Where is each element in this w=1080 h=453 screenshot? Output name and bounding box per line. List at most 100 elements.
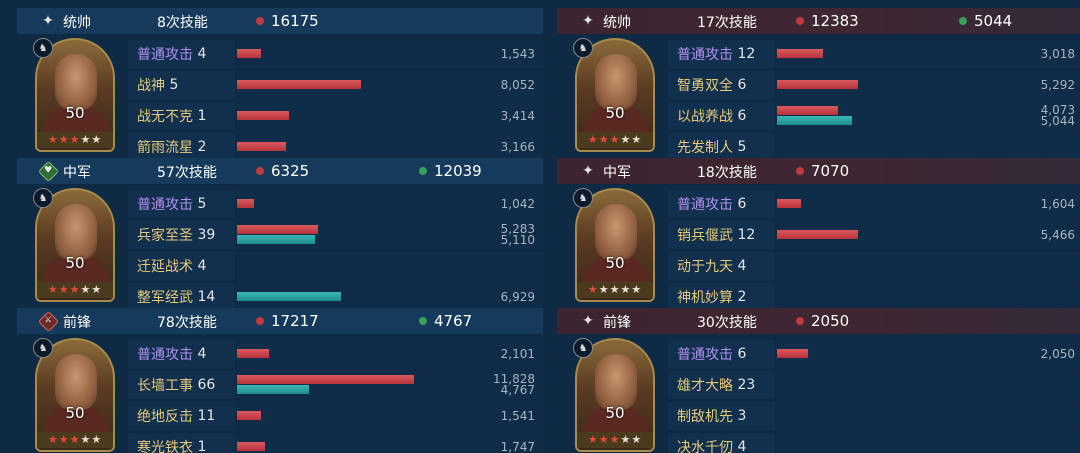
troop-type-icon: ♞	[573, 338, 593, 358]
skill-bar-cell	[777, 252, 1080, 280]
skill-count: 78次技能	[157, 315, 217, 331]
skill-row[interactable]: 决水千仞 4	[668, 433, 1080, 453]
heal-value: 5,044	[1040, 114, 1075, 128]
skill-row[interactable]: 寒光铁衣 1 1,747	[128, 433, 543, 453]
damage-value: 3,166	[500, 140, 535, 154]
skill-name: 普通攻击	[137, 47, 193, 63]
skill-row[interactable]: 先发制人 5	[668, 133, 1080, 161]
left-center-panel: ♥ 中军 57次技能 6325 12039 ♞ 50 ★★★★★ 普通攻击 5 1,042 兵家至圣…	[17, 158, 543, 311]
skill-bar-cell: 2,050	[777, 340, 1080, 368]
skill-row[interactable]: 长墙工事 66 11,828 4,767	[128, 371, 543, 399]
skill-row[interactable]: 动于九天 4	[668, 252, 1080, 280]
skill-name-cell: 先发制人 5	[668, 133, 775, 161]
skill-bar-cell: 1,042	[237, 190, 543, 218]
skill-name: 动于九天	[677, 259, 733, 275]
star-icon: ★	[69, 283, 81, 296]
commander-star-icon: ✦	[42, 13, 54, 29]
skill-name-cell: 整军经武 14	[128, 283, 235, 311]
skill-name-cell: 神机妙算 2	[668, 283, 775, 311]
hero-face	[55, 204, 97, 260]
skill-name-cell: 智勇双全 6	[668, 71, 775, 99]
skill-row[interactable]: 制敌机先 3	[668, 402, 1080, 430]
damage-bar	[777, 199, 801, 208]
damage-bar	[237, 199, 254, 208]
skill-row[interactable]: 智勇双全 6 5,292	[668, 71, 1080, 99]
skill-use-count: 3	[737, 408, 747, 424]
skill-bar-cell: 8,052	[237, 71, 543, 99]
skill-use-count: 6	[737, 108, 747, 124]
total-damage: 7070	[811, 162, 850, 180]
skill-name-cell: 绝地反击 11	[128, 402, 235, 430]
skill-row[interactable]: 神机妙算 2	[668, 283, 1080, 311]
skill-use-count: 12	[737, 227, 756, 243]
damage-value: 1,604	[1040, 197, 1075, 211]
skill-name: 长墙工事	[137, 378, 193, 394]
skill-row[interactable]: 战无不克 1 3,414	[128, 102, 543, 130]
skill-use-count: 11	[197, 408, 216, 424]
star-icon: ★	[58, 433, 70, 446]
skill-row[interactable]: 雄才大略 23	[668, 371, 1080, 399]
skill-row[interactable]: 普通攻击 6 2,050	[668, 340, 1080, 368]
skill-row[interactable]: 以战养战 6 4,073 5,044	[668, 102, 1080, 130]
hero-level: 50	[605, 254, 625, 272]
skill-name-cell: 战无不克 1	[128, 102, 235, 130]
skill-name: 普通攻击	[137, 197, 193, 213]
skill-name-cell: 长墙工事 66	[128, 371, 235, 399]
skill-use-count: 6	[737, 77, 747, 93]
skill-row[interactable]: 普通攻击 4 1,543	[128, 40, 543, 68]
skill-bar-cell: 11,828 4,767	[237, 371, 543, 399]
troop-type-icon: ♞	[33, 38, 53, 58]
role-label: 前锋	[603, 315, 631, 331]
skill-name-cell: 动于九天 4	[668, 252, 775, 280]
skill-row[interactable]: 战神 5 8,052	[128, 71, 543, 99]
damage-bar	[777, 349, 808, 358]
damage-value: 2,050	[1040, 347, 1075, 361]
skill-use-count: 4	[197, 46, 207, 62]
skill-name: 兵家至圣	[137, 228, 193, 244]
skill-name-cell: 兵家至圣 39	[128, 221, 235, 249]
hero-face	[55, 54, 97, 110]
skill-bar-cell: 6,929	[237, 283, 543, 311]
hero-star-rating: ★★★★★	[37, 132, 113, 148]
skill-row[interactable]: 普通攻击 6 1,604	[668, 190, 1080, 218]
star-icon: ★	[80, 433, 92, 446]
star-icon: ★	[598, 433, 610, 446]
star-icon: ★	[598, 133, 610, 146]
skill-row[interactable]: 普通攻击 4 2,101	[128, 340, 543, 368]
skill-name: 绝地反击	[137, 409, 193, 425]
damage-bar	[237, 375, 414, 384]
star-icon: ★	[47, 283, 59, 296]
star-icon: ★	[91, 433, 103, 446]
total-damage: 17217	[271, 312, 319, 330]
damage-value: 5,292	[1040, 78, 1075, 92]
skill-name-cell: 普通攻击 5	[128, 190, 235, 218]
center-heart-badge-icon: ✦	[582, 163, 594, 179]
star-icon: ★	[587, 283, 599, 296]
skill-row[interactable]: 整军经武 14 6,929	[128, 283, 543, 311]
heal-dot-icon	[419, 317, 427, 325]
skill-row[interactable]: 兵家至圣 39 5,283 5,110	[128, 221, 543, 249]
skill-bar-cell: 1,604	[777, 190, 1080, 218]
skill-row[interactable]: 销兵偃武 12 5,466	[668, 221, 1080, 249]
skill-name: 先发制人	[677, 140, 733, 156]
skill-name: 普通攻击	[137, 347, 193, 363]
skill-use-count: 5	[169, 77, 179, 93]
damage-bar	[237, 80, 361, 89]
skill-row[interactable]: 普通攻击 12 3,018	[668, 40, 1080, 68]
skill-row[interactable]: 箭雨流星 2 3,166	[128, 133, 543, 161]
skill-name: 战神	[137, 78, 165, 94]
center-heart-badge-icon: ♥	[37, 160, 60, 183]
damage-bar	[777, 80, 858, 89]
skill-use-count: 4	[737, 258, 747, 274]
skill-name-cell: 战神 5	[128, 71, 235, 99]
skill-row[interactable]: 迁延战术 4	[128, 252, 543, 280]
skill-row[interactable]: 绝地反击 11 1,541	[128, 402, 543, 430]
skill-row[interactable]: 普通攻击 5 1,042	[128, 190, 543, 218]
skill-bar-cell: 4,073 5,044	[777, 102, 1080, 130]
vanguard-sword-badge-icon: ⚔	[37, 310, 60, 333]
skill-name-cell: 制敌机先 3	[668, 402, 775, 430]
heal-value: 4,767	[500, 383, 535, 397]
skill-name: 普通攻击	[677, 197, 733, 213]
hero-star-rating: ★★★★★	[37, 432, 113, 448]
right-center-panel: ✦ 中军 18次技能 7070 ♞ 50 ★★★★★ 普通攻击 6 1,604 销兵偃武 12 5,…	[557, 158, 1080, 311]
